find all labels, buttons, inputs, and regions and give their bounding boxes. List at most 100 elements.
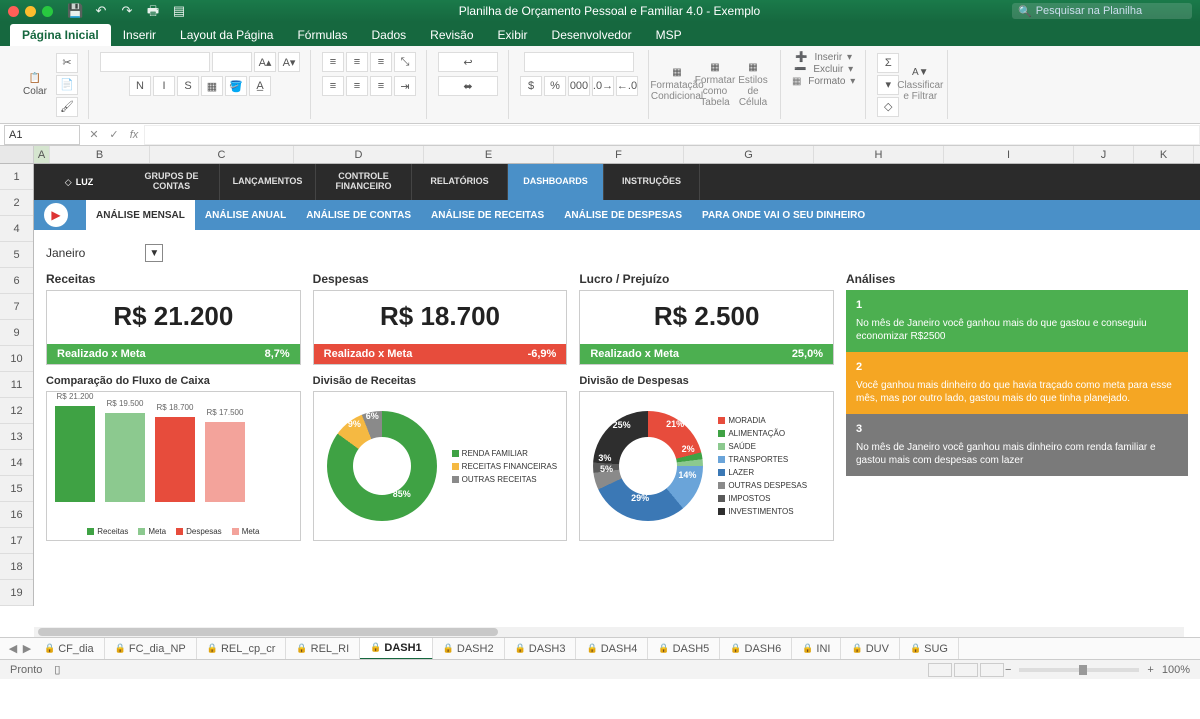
number-format-select[interactable] xyxy=(524,52,634,72)
increase-font-icon[interactable]: A▴ xyxy=(254,52,276,72)
row-header[interactable]: 15 xyxy=(0,476,33,502)
ribbon-tab-developer[interactable]: Desenvolvedor xyxy=(540,24,644,46)
sheet-tab[interactable]: 🔒CF_dia xyxy=(34,638,105,660)
sort-filter-button[interactable]: A▼Classificar e Filtrar xyxy=(903,63,937,107)
sheet-tab[interactable]: 🔒DASH4 xyxy=(576,638,648,660)
print-icon[interactable]: 🖶 xyxy=(145,3,161,19)
zoom-plus-icon[interactable]: + xyxy=(1147,664,1153,676)
nav-item[interactable]: CONTROLE FINANCEIRO xyxy=(316,164,412,200)
insert-cells-button[interactable]: ➕ Inserir ▾ xyxy=(795,52,852,63)
italic-button[interactable]: I xyxy=(153,76,175,96)
increase-decimal-icon[interactable]: .0→ xyxy=(592,76,614,96)
ribbon-tab-data[interactable]: Dados xyxy=(359,24,418,46)
row-header[interactable]: 17 xyxy=(0,528,33,554)
ribbon-tab-insert[interactable]: Inserir xyxy=(111,24,168,46)
format-as-table-button[interactable]: ▦Formatar como Tabela xyxy=(698,63,732,107)
bold-button[interactable]: N xyxy=(129,76,151,96)
sheet-tab[interactable]: 🔒DASH2 xyxy=(433,638,505,660)
copy-icon[interactable]: 📄 xyxy=(56,75,78,95)
ribbon-tab-review[interactable]: Revisão xyxy=(418,24,485,46)
new-icon[interactable]: ▤ xyxy=(171,3,187,19)
sheet-nav-prev-icon[interactable]: ◀ xyxy=(6,642,20,655)
row-header[interactable]: 18 xyxy=(0,554,33,580)
nav-item[interactable]: RELATÓRIOS xyxy=(412,164,508,200)
subnav-item[interactable]: ANÁLISE DE CONTAS xyxy=(296,200,421,230)
align-right-icon[interactable]: ≡ xyxy=(370,76,392,96)
sheet-tab[interactable]: 🔒DASH1 xyxy=(360,638,433,660)
row-header[interactable]: 16 xyxy=(0,502,33,528)
maximize-window[interactable] xyxy=(42,6,53,17)
cell-styles-button[interactable]: ▦Estilos de Célula xyxy=(736,63,770,107)
sheet-tab[interactable]: 🔒DASH3 xyxy=(505,638,577,660)
nav-item[interactable]: INSTRUÇÕES xyxy=(604,164,700,200)
align-top-icon[interactable]: ≡ xyxy=(322,52,344,72)
col-header[interactable]: J xyxy=(1074,146,1134,163)
font-color-icon[interactable]: A̲ xyxy=(249,76,271,96)
row-header[interactable]: 2 xyxy=(0,190,33,216)
nav-item[interactable]: DASHBOARDS xyxy=(508,164,604,200)
paste-button[interactable]: 📋Colar xyxy=(18,63,52,107)
sheet-tab[interactable]: 🔒REL_RI xyxy=(286,638,360,660)
col-header[interactable]: B xyxy=(50,146,150,163)
subnav-item[interactable]: ANÁLISE ANUAL xyxy=(195,200,296,230)
minimize-window[interactable] xyxy=(25,6,36,17)
align-center-icon[interactable]: ≡ xyxy=(346,76,368,96)
indent-icon[interactable]: ⇥ xyxy=(394,76,416,96)
undo-icon[interactable]: ↶ xyxy=(93,3,109,19)
search-box[interactable]: 🔍 Pesquisar na Planilha xyxy=(1012,3,1192,19)
name-box[interactable]: A1 xyxy=(4,125,80,145)
border-icon[interactable]: ▦ xyxy=(201,76,223,96)
underline-button[interactable]: S xyxy=(177,76,199,96)
sheet-tab[interactable]: 🔒REL_cp_cr xyxy=(197,638,287,660)
zoom-slider[interactable] xyxy=(1019,668,1139,672)
merge-cells-icon[interactable]: ⬌ xyxy=(438,76,498,96)
col-header[interactable]: E xyxy=(424,146,554,163)
col-header[interactable]: C xyxy=(150,146,294,163)
formula-input[interactable] xyxy=(144,125,1200,145)
sheet-tab[interactable]: 🔒DASH6 xyxy=(720,638,792,660)
clear-icon[interactable]: ◇ xyxy=(877,97,899,117)
delete-cells-button[interactable]: ➖ Excluir ▾ xyxy=(794,64,853,75)
select-all-corner[interactable] xyxy=(0,146,34,163)
redo-icon[interactable]: ↷ xyxy=(119,3,135,19)
row-header[interactable]: 12 xyxy=(0,398,33,424)
align-middle-icon[interactable]: ≡ xyxy=(346,52,368,72)
format-cells-button[interactable]: ▦ Formato ▾ xyxy=(792,76,855,87)
nav-item[interactable]: LANÇAMENTOS xyxy=(220,164,316,200)
col-header[interactable]: F xyxy=(554,146,684,163)
ribbon-tab-msp[interactable]: MSP xyxy=(644,24,694,46)
row-header[interactable]: 7 xyxy=(0,294,33,320)
decrease-decimal-icon[interactable]: ←.0 xyxy=(616,76,638,96)
row-header[interactable]: 10 xyxy=(0,346,33,372)
row-header[interactable]: 11 xyxy=(0,372,33,398)
sheet-tab[interactable]: 🔒INI xyxy=(792,638,841,660)
confirm-formula-icon[interactable]: ✓ xyxy=(104,125,124,145)
macro-record-icon[interactable]: ▯ xyxy=(54,663,60,676)
view-page-break-icon[interactable] xyxy=(980,663,1004,677)
col-header[interactable]: G xyxy=(684,146,814,163)
view-page-layout-icon[interactable] xyxy=(954,663,978,677)
subnav-item[interactable]: ANÁLISE MENSAL xyxy=(86,200,195,230)
currency-icon[interactable]: $ xyxy=(520,76,542,96)
row-header[interactable]: 1 xyxy=(0,164,33,190)
row-header[interactable]: 13 xyxy=(0,424,33,450)
play-icon[interactable]: ▶ xyxy=(44,203,68,227)
orientation-icon[interactable]: ⤡ xyxy=(394,52,416,72)
row-header[interactable]: 4 xyxy=(0,216,33,242)
sheet-nav-next-icon[interactable]: ▶ xyxy=(20,642,34,655)
row-header[interactable]: 19 xyxy=(0,580,33,606)
align-bottom-icon[interactable]: ≡ xyxy=(370,52,392,72)
row-header[interactable]: 5 xyxy=(0,242,33,268)
cut-icon[interactable]: ✂ xyxy=(56,53,78,73)
fx-icon[interactable]: fx xyxy=(124,125,144,145)
ribbon-tab-formulas[interactable]: Fórmulas xyxy=(285,24,359,46)
sheet-tab[interactable]: 🔒DASH5 xyxy=(648,638,720,660)
format-painter-icon[interactable]: 🖌 xyxy=(56,97,78,117)
decrease-font-icon[interactable]: A▾ xyxy=(278,52,300,72)
ribbon-tab-pagelayout[interactable]: Layout da Página xyxy=(168,24,285,46)
comma-icon[interactable]: 000 xyxy=(568,76,590,96)
horizontal-scrollbar[interactable] xyxy=(34,627,1184,637)
fill-color-icon[interactable]: 🪣 xyxy=(225,76,247,96)
col-header[interactable]: D xyxy=(294,146,424,163)
align-left-icon[interactable]: ≡ xyxy=(322,76,344,96)
